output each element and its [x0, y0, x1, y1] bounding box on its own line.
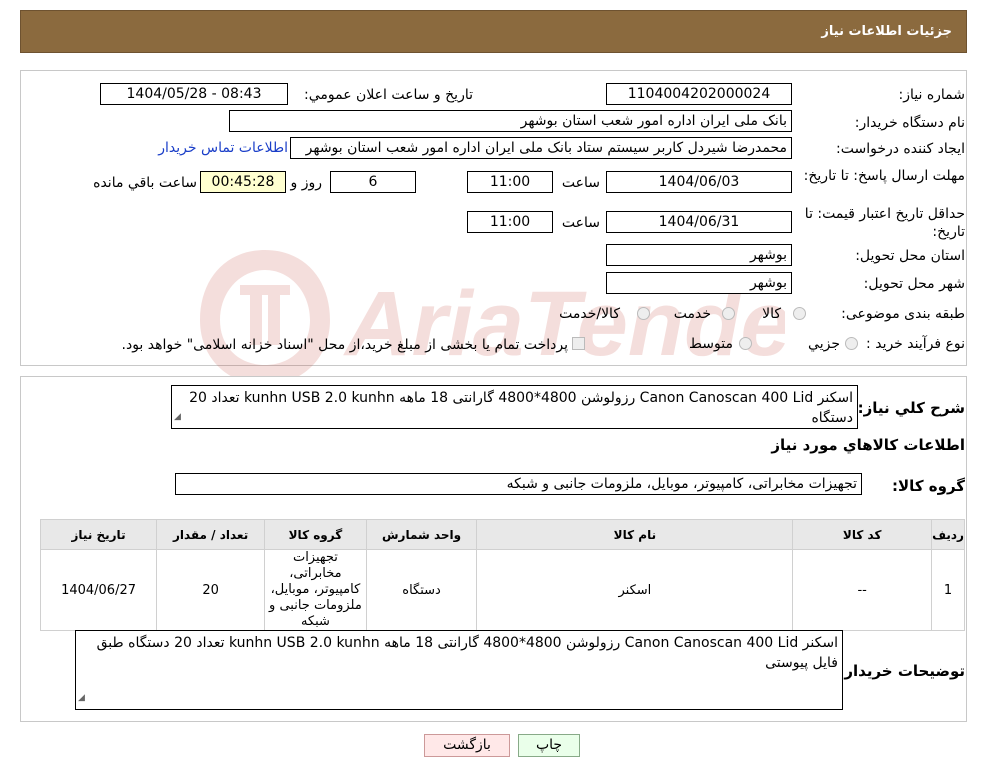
deadline-time-field: 11:00	[467, 171, 553, 193]
goods-group-field: تجهیزات مخابراتی، کامپیوتر، موبایل، ملزو…	[175, 473, 862, 495]
col-header-date: تاريخ نياز	[39, 519, 158, 550]
col-header-name: نام کالا	[476, 519, 794, 550]
buyer-org-label: نام دستگاه خریدار:	[854, 115, 965, 131]
col-header-quantity: تعداد / مقدار	[156, 519, 266, 550]
validity-date-field: 1404/06/31	[606, 211, 792, 233]
process-option-partial: جزيي	[808, 336, 840, 352]
table-header-row: رديف کد کالا نام کالا واحد شمارش گروه کا…	[39, 519, 965, 550]
col-header-unit: واحد شمارش	[365, 519, 478, 550]
page-header: جزئیات اطلاعات نیاز	[20, 10, 967, 53]
buyer-org-field: بانک ملی ایران اداره امور شعب استان بوشه…	[229, 110, 792, 132]
category-option-goods-service: کالا/خدمت	[559, 306, 620, 322]
page-title: جزئیات اطلاعات نیاز	[821, 24, 952, 39]
validity-time-field: 11:00	[467, 211, 553, 233]
goods-group-label: گروه کالا:	[892, 477, 965, 495]
validity-time-label: ساعت	[561, 215, 600, 231]
city-label: شهر محل تحویل:	[863, 276, 965, 292]
process-note: پرداخت تمام یا بخشی از مبلغ خرید،از محل …	[121, 337, 568, 353]
remaining-time-field: 00:45:28	[200, 171, 286, 193]
city-field: بوشهر	[606, 272, 792, 294]
cell-quantity: 20	[156, 549, 266, 631]
contact-buyer-link[interactable]: اطلاعات تماس خریدار	[158, 140, 288, 156]
deadline-date-field: 1404/06/03	[606, 171, 792, 193]
table-row: 1 -- اسکنر دستگاه تجهیزات مخابراتی، کامپ…	[39, 549, 965, 631]
days-field: 6	[330, 171, 416, 193]
summary-textarea[interactable]: اسکنر Canon Canoscan 400 Lid رزولوشن 480…	[171, 385, 858, 429]
province-label: استان محل تحویل:	[855, 248, 965, 264]
cell-code: --	[792, 549, 933, 631]
print-button[interactable]: چاپ	[518, 734, 580, 757]
category-label: طبقه بندی موضوعی:	[841, 306, 965, 322]
process-radio-partial[interactable]	[845, 337, 858, 350]
need-number-field: 1104004202000024	[606, 83, 792, 105]
cell-group: تجهیزات مخابراتی، کامپیوتر، موبایل، ملزو…	[264, 549, 367, 631]
category-radio-goods-service[interactable]	[637, 307, 650, 320]
resize-grip-icon: ◢	[174, 412, 181, 422]
category-radio-goods[interactable]	[793, 307, 806, 320]
province-field: بوشهر	[606, 244, 792, 266]
need-number-label: شماره نیاز:	[898, 87, 966, 103]
cell-unit: دستگاه	[365, 549, 478, 631]
treasury-checkbox[interactable]	[572, 337, 585, 350]
cell-date: 1404/06/27	[39, 549, 158, 631]
process-radio-medium[interactable]	[739, 337, 752, 350]
buyer-notes-label: توضيحات خريدار:	[838, 662, 965, 680]
process-option-medium: متوسط	[689, 336, 733, 352]
buyer-notes-textarea[interactable]: اسکنر Canon Canoscan 400 Lid رزولوشن 480…	[75, 630, 843, 710]
creator-field: محمدرضا شیردل کاربر سیستم ستاد بانک ملی …	[290, 137, 792, 159]
col-header-row-number: رديف	[931, 519, 965, 550]
process-label: نوع فرآیند خرید :	[866, 336, 965, 352]
col-header-code: کد کالا	[792, 519, 933, 550]
category-option-goods: کالا	[762, 306, 781, 322]
goods-section-title: اطلاعات کالاهاي مورد نياز	[771, 436, 965, 454]
cell-row-number: 1	[931, 549, 965, 631]
category-radio-service[interactable]	[722, 307, 735, 320]
buyer-notes-text: اسکنر Canon Canoscan 400 Lid رزولوشن 480…	[96, 635, 838, 671]
resize-grip-icon: ◢	[78, 693, 85, 703]
announce-field: 1404/05/28 - 08:43	[100, 83, 288, 105]
announce-label: تاریخ و ساعت اعلان عمومي:	[304, 87, 473, 103]
validity-label: حداقل تاریخ اعتبار قیمت: تا تاریخ:	[804, 206, 965, 240]
days-label: روز و	[290, 175, 323, 191]
back-button[interactable]: بازگشت	[424, 734, 510, 757]
col-header-group: گروه کالا	[264, 519, 367, 550]
summary-text: اسکنر Canon Canoscan 400 Lid رزولوشن 480…	[189, 390, 853, 426]
cell-name: اسکنر	[476, 549, 794, 631]
remaining-label: ساعت باقي مانده	[93, 175, 197, 191]
goods-table: رديف کد کالا نام کالا واحد شمارش گروه کا…	[39, 519, 965, 631]
creator-label: ایجاد کننده درخواست:	[836, 141, 965, 157]
category-option-service: خدمت	[673, 306, 711, 322]
deadline-label: مهلت ارسال پاسخ: تا تاریخ:	[803, 168, 965, 184]
summary-label: شرح کلي نياز:	[857, 399, 965, 417]
deadline-time-label: ساعت	[561, 175, 600, 191]
